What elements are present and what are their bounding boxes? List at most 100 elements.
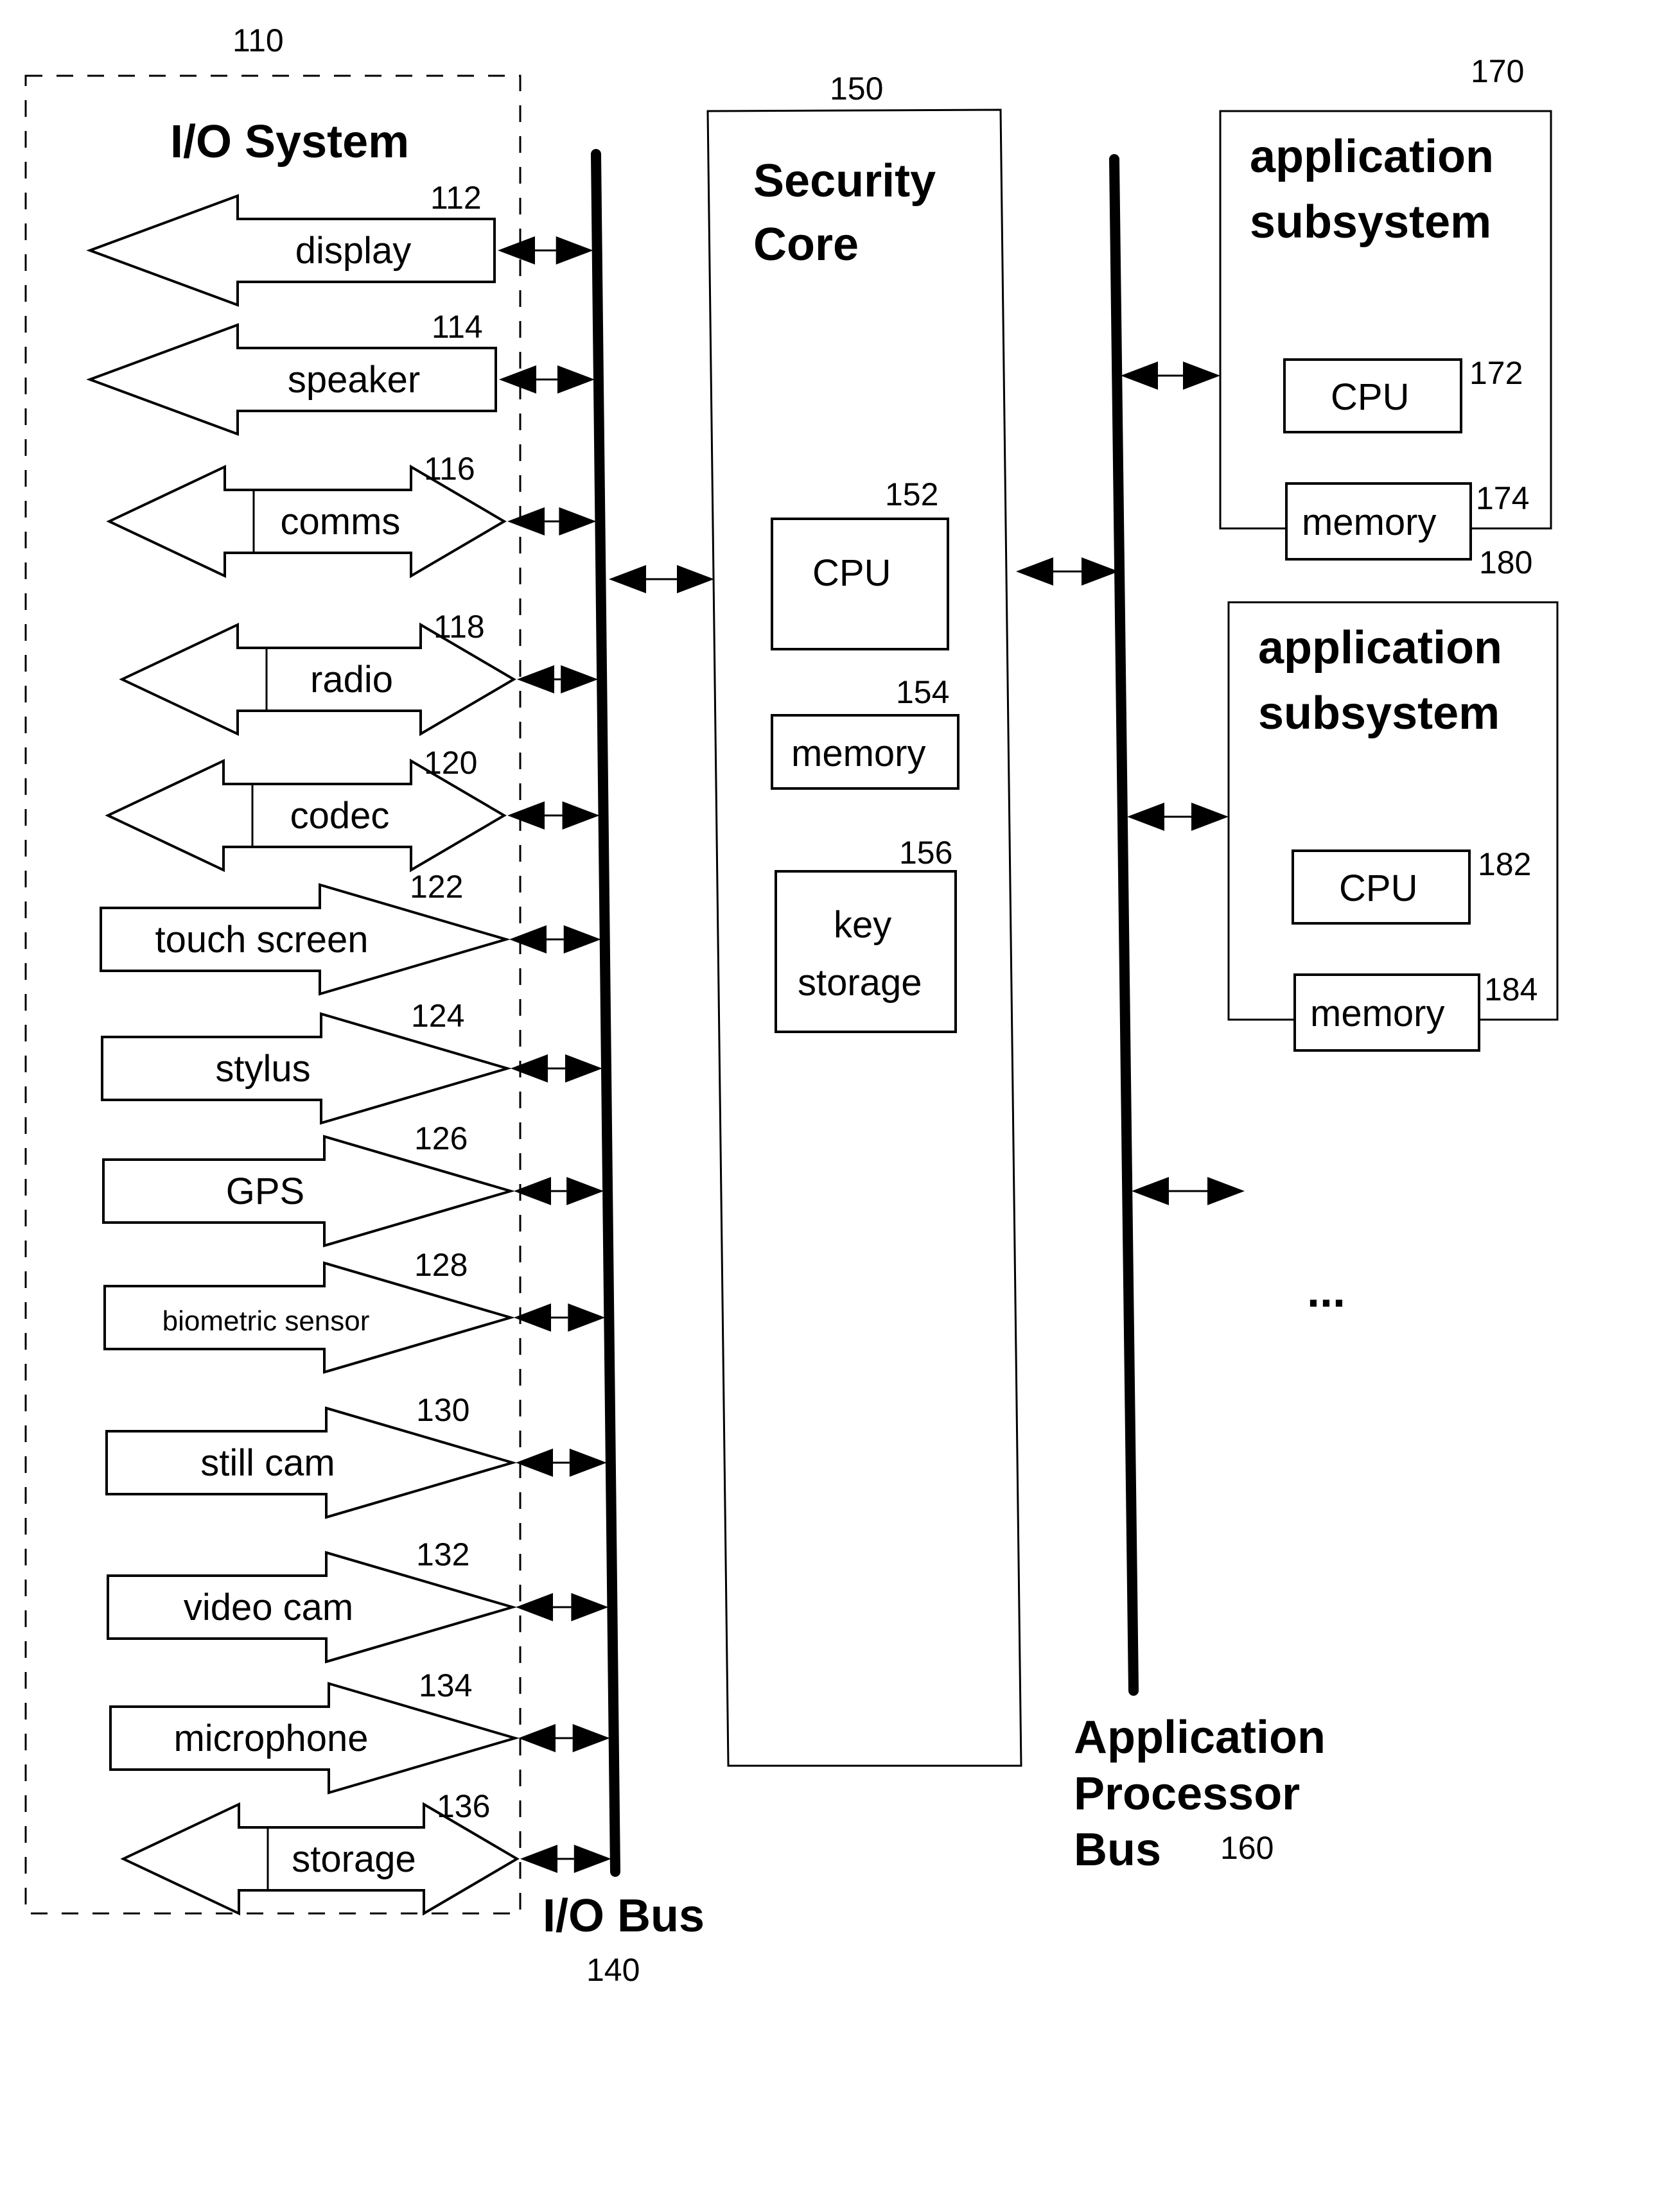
subsystem-title-line1: application bbox=[1250, 131, 1494, 182]
io-device-list: display 112 speaker 114 comms 116 radio 118 code… bbox=[86, 180, 611, 1916]
device-ref: 128 bbox=[414, 1247, 468, 1283]
device-to-io-bus-connector bbox=[509, 925, 601, 954]
device-to-io-bus-connector bbox=[517, 665, 599, 693]
bidirectional-arrow bbox=[609, 565, 714, 593]
arrowhead-right-icon bbox=[677, 565, 714, 593]
io-device-GPS: GPS 126 bbox=[102, 1120, 604, 1248]
io-device-display: display 112 bbox=[86, 180, 593, 307]
arrowhead-left-icon bbox=[498, 236, 535, 265]
arrowhead-left-icon bbox=[516, 1449, 553, 1477]
device-ref: 130 bbox=[416, 1392, 469, 1428]
device-label: display bbox=[295, 230, 412, 272]
subsystem-ref: 170 bbox=[1471, 53, 1524, 89]
arrowhead-left-icon bbox=[516, 1593, 553, 1621]
more-subsystems-ellipsis: ... bbox=[1307, 1266, 1345, 1317]
subsystem-memory-label: memory bbox=[1302, 501, 1436, 543]
device-ref: 120 bbox=[424, 745, 477, 781]
device-ref: 134 bbox=[419, 1668, 472, 1703]
device-label: biometric sensor bbox=[162, 1305, 370, 1337]
bidirectional-arrow bbox=[1016, 557, 1119, 586]
device-label: speaker bbox=[288, 359, 420, 401]
security-core-title-line1: Security bbox=[753, 155, 936, 207]
device-ref: 122 bbox=[410, 869, 463, 905]
subsystem-title-line2: subsystem bbox=[1250, 196, 1491, 248]
io-device-radio: radio 118 bbox=[119, 609, 599, 736]
arrowhead-right-icon bbox=[563, 925, 601, 954]
arrowhead-right-icon bbox=[556, 236, 593, 265]
device-ref: 114 bbox=[432, 309, 483, 345]
key-storage-ref: 156 bbox=[899, 835, 952, 871]
subsystem-memory-ref: 184 bbox=[1484, 971, 1537, 1007]
arrowhead-right-icon bbox=[562, 801, 600, 830]
device-ref: 118 bbox=[434, 609, 485, 645]
security-core-cpu-ref: 152 bbox=[885, 476, 938, 512]
device-ref: 126 bbox=[414, 1120, 468, 1156]
io-bus-label: I/O Bus bbox=[543, 1890, 705, 1942]
io-device-stylus: stylus 124 bbox=[101, 998, 602, 1125]
device-to-io-bus-connector bbox=[516, 1593, 609, 1621]
key-storage-box bbox=[775, 870, 957, 1033]
io-device-microphone: microphone 134 bbox=[109, 1668, 610, 1795]
arrowhead-right-icon bbox=[569, 1449, 607, 1477]
arrowhead-right-icon bbox=[572, 1724, 610, 1752]
ap-bus-label-line2: Processor bbox=[1074, 1768, 1300, 1820]
application-subsystem-180: 180 application subsystem CPU 182 memory 184 bbox=[1127, 544, 1559, 1052]
io-device-touch-screen: touch screen 122 bbox=[100, 869, 601, 996]
io-system-ref: 110 bbox=[232, 22, 284, 58]
subsystem-title-line1: application bbox=[1258, 622, 1502, 674]
arrowhead-right-icon bbox=[1183, 361, 1220, 390]
security-core-ref: 150 bbox=[830, 71, 883, 107]
arrowhead-right-icon bbox=[559, 507, 597, 536]
io-bus-line bbox=[591, 149, 620, 1877]
device-to-io-bus-connector bbox=[507, 801, 600, 830]
subsystem-cpu-ref: 182 bbox=[1478, 846, 1531, 882]
key-storage-label-line1: key bbox=[834, 904, 891, 946]
device-ref: 124 bbox=[411, 998, 464, 1034]
arrowhead-left-icon bbox=[509, 925, 547, 954]
device-label: touch screen bbox=[155, 919, 368, 961]
security-core-memory: memory 154 bbox=[771, 674, 959, 790]
device-label: stylus bbox=[215, 1048, 310, 1090]
key-storage-label-line2: storage bbox=[798, 962, 922, 1004]
security-core-cpu: CPU 152 bbox=[771, 476, 949, 650]
device-ref: 136 bbox=[437, 1788, 490, 1824]
arrowhead-left-icon bbox=[517, 665, 554, 693]
arrowhead-left-icon bbox=[1121, 361, 1158, 390]
device-label: radio bbox=[310, 659, 393, 701]
device-label: codec bbox=[290, 795, 390, 837]
device-label: comms bbox=[281, 501, 401, 543]
io-device-video-cam: video cam 132 bbox=[107, 1537, 609, 1664]
security-core: 150 Security Core CPU 152 memory 154 key… bbox=[706, 71, 1022, 1767]
device-label: storage bbox=[292, 1838, 416, 1880]
arrowhead-left-icon bbox=[520, 1845, 557, 1873]
device-to-io-bus-connector bbox=[499, 365, 595, 394]
io-bus-to-security-core-connector bbox=[609, 565, 714, 593]
bidirectional-arrow bbox=[1132, 1177, 1245, 1205]
device-ref: 112 bbox=[430, 180, 482, 216]
arrowhead-left-icon bbox=[507, 507, 545, 536]
arrowhead-right-icon bbox=[561, 665, 599, 693]
arrowhead-left-icon bbox=[609, 565, 646, 593]
security-core-to-ap-bus-connector bbox=[1016, 557, 1119, 586]
arrowhead-right-icon bbox=[1207, 1177, 1245, 1205]
subsystem-cpu-ref: 172 bbox=[1469, 355, 1523, 391]
device-to-io-bus-connector bbox=[518, 1724, 610, 1752]
ap-bus-label-line3: Bus bbox=[1074, 1824, 1161, 1876]
ap-bus-additional-connector bbox=[1132, 1177, 1245, 1205]
device-to-io-bus-connector bbox=[514, 1303, 606, 1332]
system-block-diagram: 110 I/O System display 112 speaker 114 comms… bbox=[24, 22, 1559, 1988]
subsystem-cpu-label: CPU bbox=[1339, 867, 1417, 909]
io-device-speaker: speaker 114 bbox=[86, 309, 595, 436]
ap-bus-to-subsystem-connector bbox=[1121, 361, 1220, 390]
subsystem-ref: 180 bbox=[1479, 544, 1532, 580]
subsystem-cpu-label: CPU bbox=[1331, 376, 1409, 418]
device-to-io-bus-connector bbox=[516, 1449, 607, 1477]
arrowhead-left-icon bbox=[1016, 557, 1053, 586]
device-to-io-bus-connector bbox=[514, 1177, 604, 1205]
subsystem-memory-label: memory bbox=[1310, 993, 1444, 1034]
device-ref: 116 bbox=[424, 451, 475, 487]
io-device-still-cam: still cam 130 bbox=[105, 1392, 607, 1519]
arrowhead-right-icon bbox=[565, 1054, 602, 1083]
device-label: video cam bbox=[184, 1587, 353, 1628]
io-device-biometric-sensor: biometric sensor 128 bbox=[103, 1247, 606, 1374]
